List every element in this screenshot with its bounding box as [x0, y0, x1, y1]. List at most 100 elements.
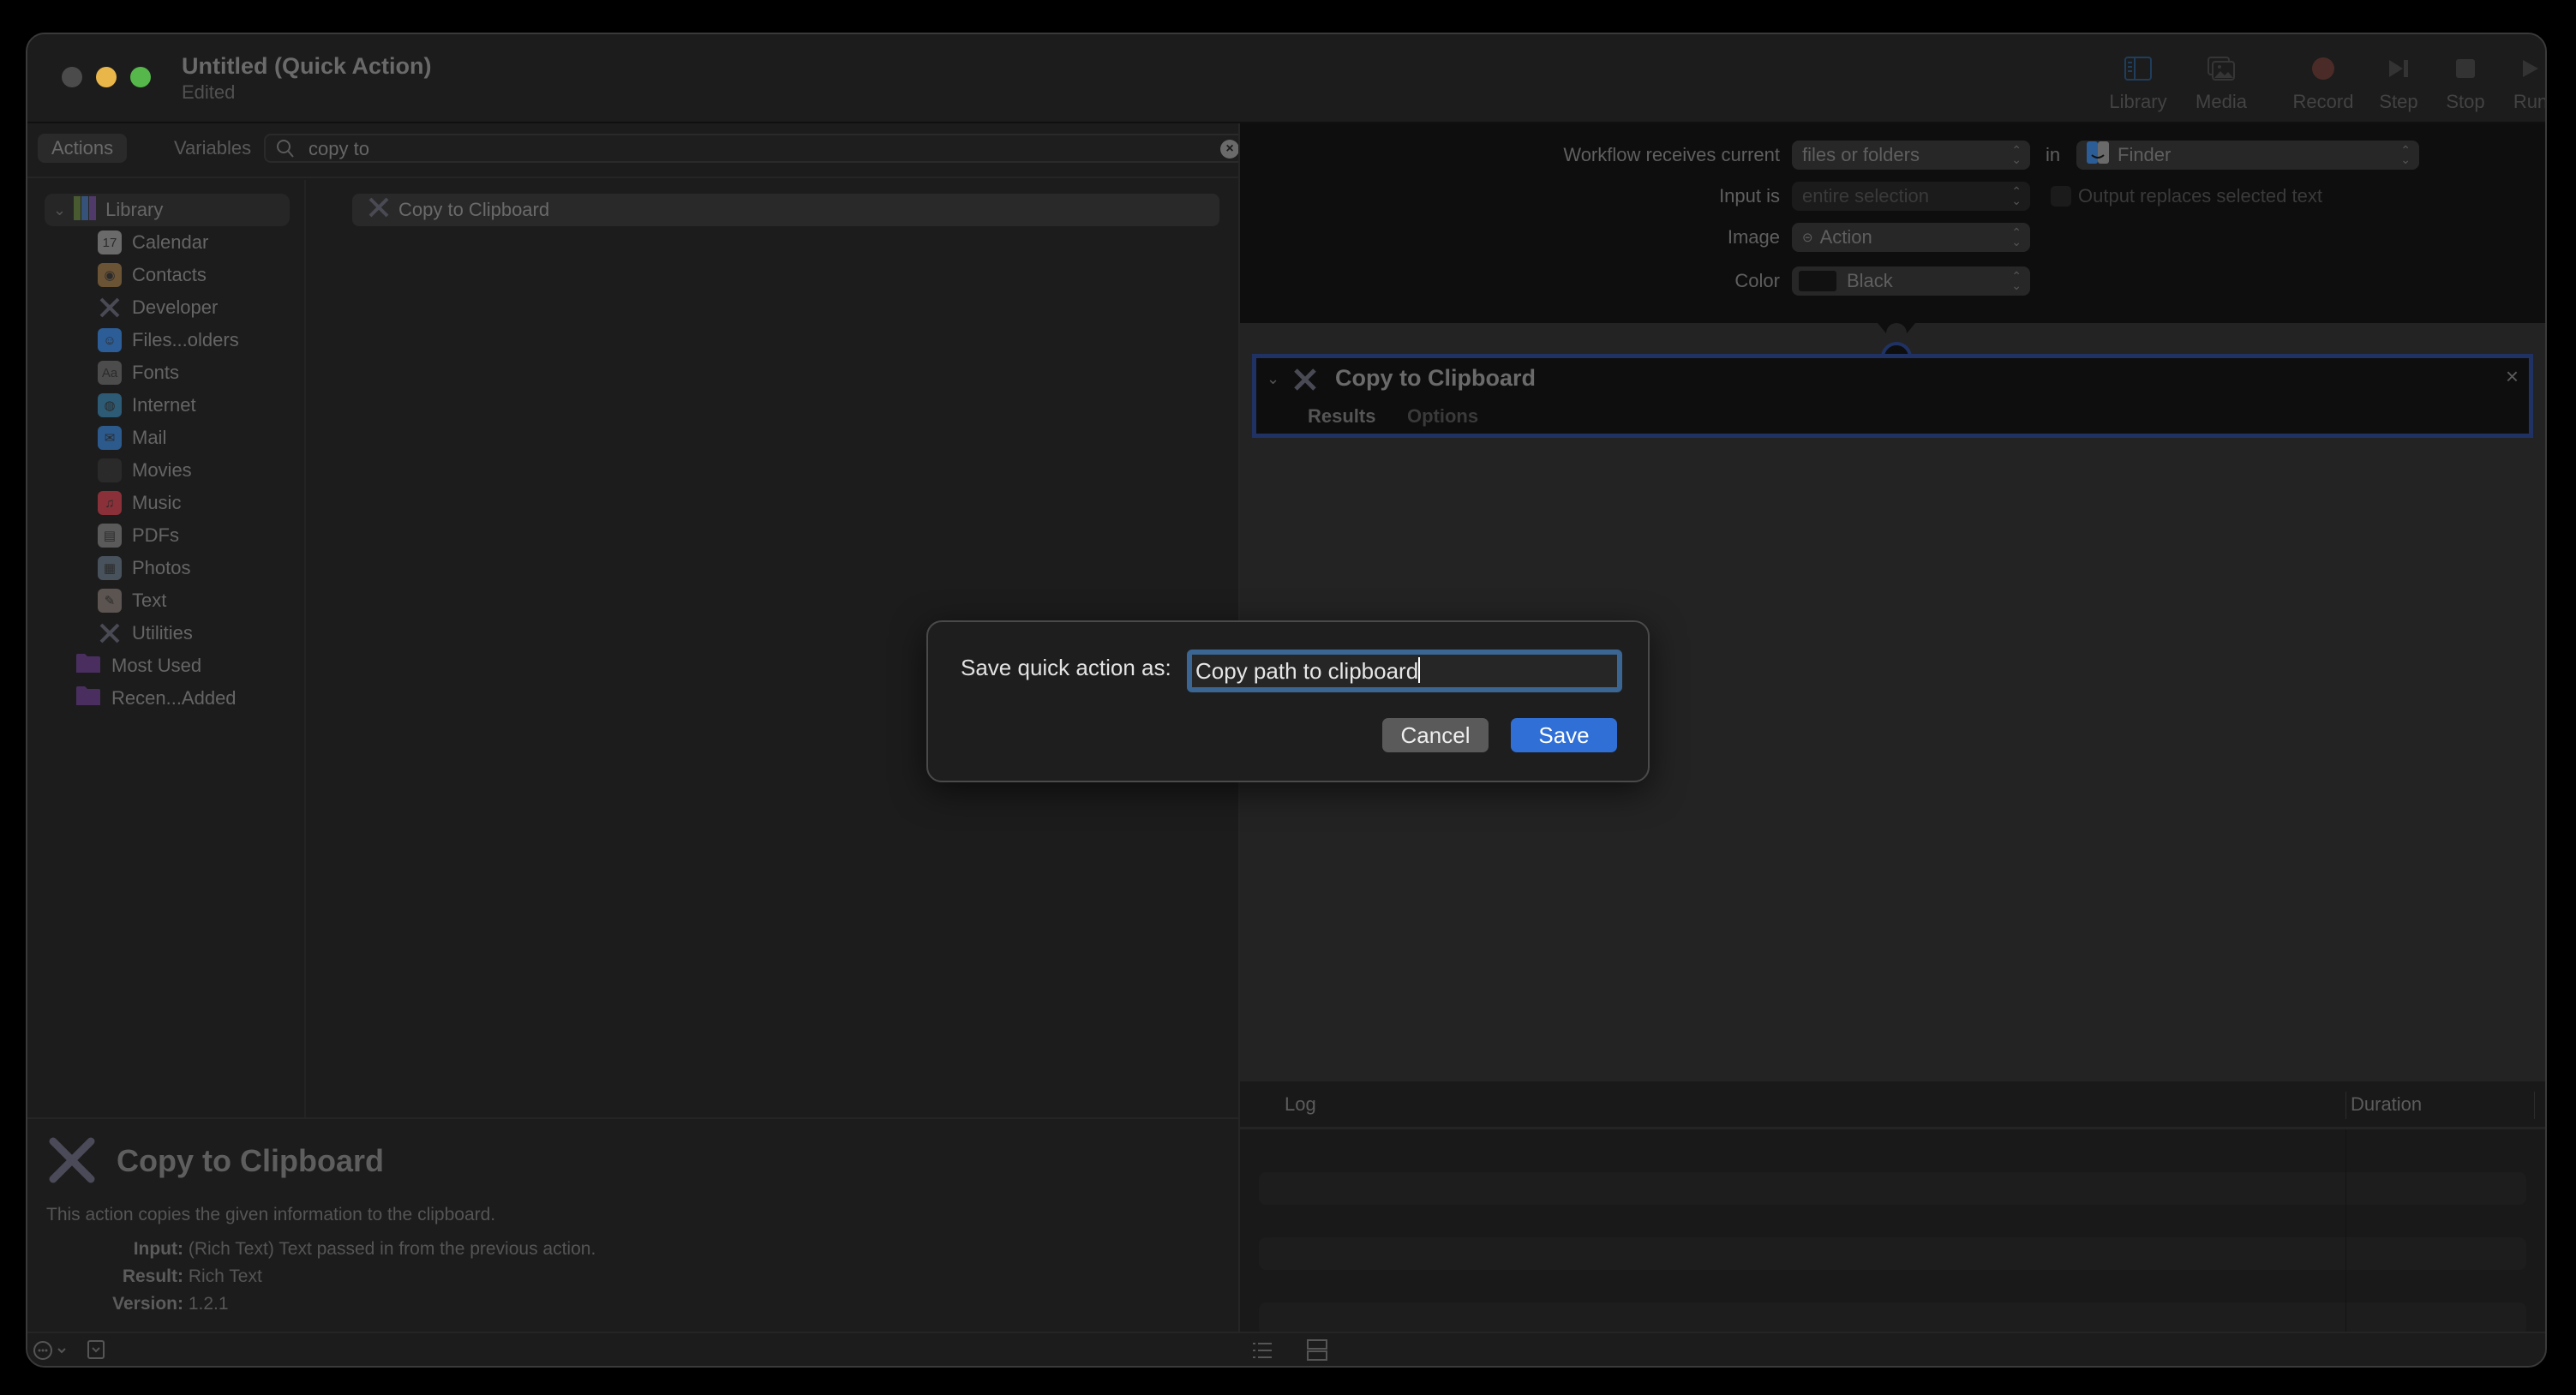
more-options-icon[interactable] — [33, 1340, 70, 1365]
receives-label: Workflow receives current — [1563, 144, 1780, 165]
fonts-icon: Aa — [98, 361, 122, 385]
calendar-icon: 17 — [98, 231, 122, 254]
contacts-icon: ◉ — [98, 263, 122, 287]
list-view-icon[interactable] — [1251, 1340, 1275, 1365]
chevron-down-icon[interactable]: ⌄ — [53, 201, 66, 219]
library-item-label: Text — [132, 590, 167, 611]
title-bar: Untitled (Quick Action) Edited Library M… — [27, 34, 2545, 123]
application-value: Finder — [2118, 144, 2172, 165]
log-column-header[interactable]: Log — [1285, 1093, 1316, 1116]
library-item-developer[interactable]: Developer — [98, 291, 218, 324]
library-item-label: Contacts — [132, 264, 207, 285]
record-icon — [2285, 51, 2362, 86]
library-item-label: Developer — [132, 296, 219, 318]
library-item-label: Internet — [132, 394, 196, 416]
description-input-row: Input: (Rich Text) Text passed in from t… — [27, 1239, 596, 1260]
description-version-row: Version: 1.2.1 — [27, 1294, 229, 1314]
music-icon: ♫ — [98, 491, 122, 515]
input-is-value: entire selection — [1802, 185, 1929, 207]
image-popup[interactable]: ⊝ Action ⌃ ⌄ — [1792, 223, 2030, 252]
description-text: This action copies the given information… — [46, 1205, 496, 1224]
tab-variables[interactable]: Variables — [160, 134, 265, 163]
color-swatch — [1799, 271, 1836, 291]
pdfs-icon: ▤ — [98, 524, 122, 548]
version-value: 1.2.1 — [188, 1294, 229, 1314]
column-divider — [2345, 1129, 2346, 1332]
photos-icon: ▦ — [98, 556, 122, 580]
library-toolbar-button[interactable]: Library — [2100, 51, 2177, 113]
input-key: Input: — [133, 1239, 183, 1259]
card-tab-results[interactable]: Results — [1308, 405, 1375, 428]
action-item-copy-to-clipboard[interactable]: Copy to Clipboard — [352, 194, 1219, 226]
library-label: Library — [2109, 91, 2167, 112]
receives-type-value: files or folders — [1802, 144, 1920, 165]
library-books-icon — [73, 195, 97, 225]
save-as-label: Save quick action as: — [961, 655, 1171, 680]
log-table: Log Duration — [1240, 1081, 2545, 1335]
library-item-music[interactable]: ♫ Music — [98, 487, 181, 519]
color-popup[interactable]: Black ⌃ ⌄ — [1792, 266, 2030, 296]
version-key: Version: — [112, 1294, 183, 1314]
library-item-mail[interactable]: ✉ Mail — [98, 422, 166, 454]
image-label: Image — [1727, 226, 1780, 248]
library-item-contacts[interactable]: ◉ Contacts — [98, 259, 207, 291]
action-item-label: Copy to Clipboard — [398, 199, 550, 220]
save-button[interactable]: Save — [1511, 718, 1617, 752]
library-item-internet[interactable]: ◍ Internet — [98, 389, 196, 422]
minimize-window-button[interactable] — [96, 67, 117, 87]
search-icon — [276, 139, 295, 164]
application-popup[interactable]: Finder ⌃ ⌄ — [2076, 141, 2419, 170]
library-item-label: Utilities — [132, 622, 193, 644]
library-item-text[interactable]: ✎ Text — [98, 584, 166, 617]
library-item-calendar[interactable]: 17 Calendar — [98, 226, 208, 259]
library-item-utilities[interactable]: Utilities — [98, 617, 193, 650]
split-view-icon[interactable] — [1306, 1338, 1330, 1366]
log-row — [1259, 1237, 2526, 1270]
card-tab-options[interactable]: Options — [1407, 405, 1478, 428]
smart-folder-icon — [75, 685, 101, 712]
zoom-window-button[interactable] — [130, 67, 151, 87]
quick-action-name-field[interactable]: Copy path to clipboard — [1187, 650, 1622, 692]
description-title: Copy to Clipboard — [117, 1143, 384, 1178]
internet-icon: ◍ — [98, 393, 122, 417]
action-tool-icon — [46, 1135, 98, 1190]
result-value: Rich Text — [188, 1266, 262, 1286]
search-input[interactable]: copy to — [309, 138, 369, 160]
library-item-pdfs[interactable]: ▤ PDFs — [98, 519, 179, 552]
finder-icon — [2087, 141, 2109, 169]
library-folder-most-used[interactable]: Most Used — [75, 650, 201, 682]
clear-search-icon[interactable]: × — [1220, 140, 1239, 159]
play-icon — [2492, 51, 2545, 86]
utilities-icon — [98, 621, 122, 645]
library-item-label: Music — [132, 492, 182, 513]
input-is-popup[interactable]: entire selection ⌃ ⌄ — [1792, 182, 2030, 211]
library-item-photos[interactable]: ▦ Photos — [98, 552, 191, 584]
library-item-fonts[interactable]: Aa Fonts — [98, 356, 179, 389]
action-card-copy-to-clipboard[interactable]: ⌄ Copy to Clipboard Results Options × — [1252, 354, 2533, 438]
action-description-panel: Copy to Clipboard This action copies the… — [27, 1117, 1238, 1332]
save-quick-action-dialog: Save quick action as: Copy path to clipb… — [926, 620, 1650, 782]
collapse-chevron-icon[interactable]: ⌄ — [1267, 370, 1279, 388]
run-toolbar-button[interactable]: Run — [2492, 51, 2545, 113]
action-glyph-icon: ⊝ — [1802, 231, 1813, 245]
tab-actions[interactable]: Actions — [38, 134, 128, 163]
library-root-item[interactable]: ⌄ Library — [45, 194, 290, 226]
step-toolbar-button[interactable]: Step — [2360, 51, 2437, 113]
output-replaces-label: Output replaces selected text — [2078, 185, 2322, 207]
finder-icon: ☺ — [98, 328, 122, 352]
window-title: Untitled (Quick Action) — [182, 53, 432, 79]
output-replaces-checkbox[interactable] — [2051, 186, 2071, 207]
column-divider — [2345, 1092, 2346, 1119]
action-search-field[interactable]: copy to × — [264, 134, 1248, 163]
record-toolbar-button[interactable]: Record — [2285, 51, 2362, 113]
duration-column-header[interactable]: Duration — [2351, 1093, 2422, 1116]
media-toolbar-button[interactable]: Media — [2183, 51, 2260, 113]
library-folder-recen-added[interactable]: Recen...Added — [75, 682, 237, 715]
library-item-files-olders[interactable]: ☺ Files...olders — [98, 324, 239, 356]
remove-action-icon[interactable]: × — [2506, 363, 2519, 390]
receives-type-popup[interactable]: files or folders ⌃ ⌄ — [1792, 141, 2030, 170]
library-item-movies[interactable]: Q Movies — [98, 454, 192, 487]
close-window-button[interactable] — [62, 67, 82, 87]
description-toggle-icon[interactable] — [87, 1340, 106, 1365]
cancel-button[interactable]: Cancel — [1382, 718, 1489, 752]
